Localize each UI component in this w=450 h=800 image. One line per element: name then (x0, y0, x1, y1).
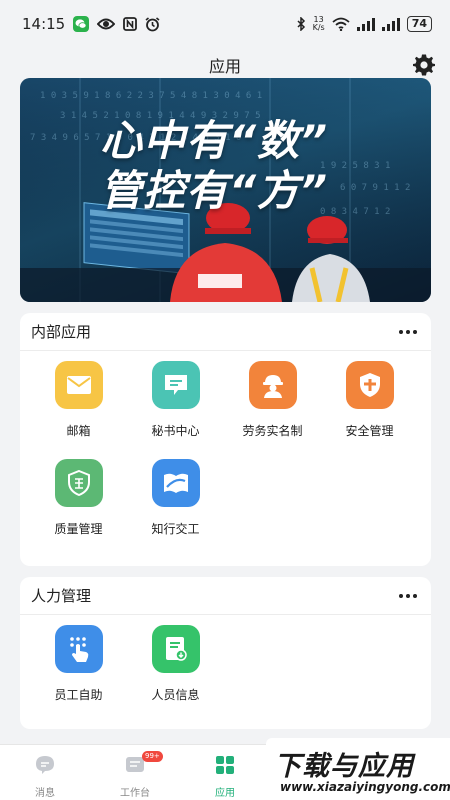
worker-icon (248, 361, 297, 409)
app-secretary-center[interactable]: 秘书中心 (127, 361, 224, 459)
apps-grid-icon (214, 754, 236, 780)
tab-label: 工作台 (120, 788, 150, 799)
clock: 14:15 (22, 15, 66, 33)
gear-icon[interactable] (412, 53, 436, 77)
app-personnel-info[interactable]: 人员信息 (127, 625, 224, 723)
app-label: 劳务实名制 (242, 424, 303, 438)
alarm-icon (145, 16, 160, 32)
tab-apps[interactable]: 应用 (180, 745, 270, 800)
chat-icon (34, 754, 56, 780)
svg-text:1 0 3 5 9 1 8 6 2 2 3 7 5 4 8: 1 0 3 5 9 1 8 6 2 2 3 7 5 4 8 1 3 0 4 6 … (40, 91, 262, 101)
app-label: 知行交工 (151, 522, 200, 536)
tab-messages[interactable]: 消息 (0, 745, 90, 800)
watermark-url: www.xiazaiyingyong.com (280, 780, 450, 794)
app-label: 安全管理 (345, 424, 394, 438)
eye-icon (97, 17, 116, 31)
app-label: 人员信息 (151, 688, 200, 702)
signal-icon (381, 17, 400, 31)
app-labor-realname[interactable]: 劳务实名制 (224, 361, 321, 459)
more-icon[interactable] (397, 586, 419, 606)
more-icon[interactable] (397, 322, 419, 342)
banner-headline: 心中有“数” 管控有“方” (100, 116, 328, 216)
shield-icon (345, 361, 394, 409)
hand-tap-icon (54, 625, 103, 673)
page-header: 应用 (0, 48, 450, 82)
message-icon (151, 361, 200, 409)
app-label: 秘书中心 (151, 424, 200, 438)
app-safety-management[interactable]: 安全管理 (321, 361, 418, 459)
app-employee-self-service[interactable]: 员工自助 (30, 625, 127, 723)
network-speed-unit: K/s (312, 23, 325, 32)
banner-line2: 管控有“方” (100, 166, 329, 215)
internal-apps-grid: 邮箱 秘书中心 劳务实名制 安全管理 质量管理 知行交工 (20, 351, 431, 557)
app-mail[interactable]: 邮箱 (30, 361, 127, 459)
section-title: 人力管理 (31, 587, 92, 605)
signal-icon (356, 17, 375, 31)
tab-label: 应用 (215, 788, 235, 799)
wifi-icon (332, 17, 350, 31)
tab-label: 消息 (35, 788, 55, 799)
svg-text:1 9 2 5 8 3 1: 1 9 2 5 8 3 1 (320, 161, 390, 171)
svg-text:0 8 3 4 7 1 2: 0 8 3 4 7 1 2 (320, 207, 390, 217)
document-icon (151, 625, 200, 673)
svg-text:6 0 7 9 1 1 2: 6 0 7 9 1 1 2 (340, 183, 410, 193)
notification-badge: 99+ (142, 751, 163, 762)
watermark-title: 下载与应用 (274, 751, 414, 782)
hr-management-header: 人力管理 (20, 577, 431, 615)
internal-apps-card: 内部应用 邮箱 秘书中心 劳务实名制 安全管理 质量管理 知行交工 (20, 313, 431, 566)
app-label: 质量管理 (54, 522, 103, 536)
app-zhixing-jiaogong[interactable]: 知行交工 (127, 459, 224, 557)
promo-banner[interactable]: 1 0 3 5 9 1 8 6 2 2 3 7 5 4 8 1 3 0 4 6 … (20, 78, 431, 302)
book-icon (151, 459, 200, 507)
status-bar: 14:15 13 K/s 74 (0, 0, 450, 48)
site-watermark: 下载与应用 www.xiazaiyingyong.com (266, 738, 450, 800)
app-label: 邮箱 (66, 424, 91, 438)
mail-icon (54, 361, 103, 409)
bluetooth-icon (296, 17, 306, 31)
network-speed: 13 K/s (313, 16, 325, 32)
app-quality-management[interactable]: 质量管理 (30, 459, 127, 557)
section-title: 内部应用 (31, 323, 92, 341)
tab-workbench[interactable]: 99+ 工作台 (90, 745, 180, 800)
hr-management-card: 人力管理 员工自助 人员信息 (20, 577, 431, 729)
quality-shield-icon (54, 459, 103, 507)
page-title: 应用 (208, 57, 241, 76)
internal-apps-header: 内部应用 (20, 313, 431, 351)
wechat-icon (73, 16, 90, 32)
nfc-icon (123, 17, 138, 31)
battery-indicator: 74 (406, 16, 432, 32)
banner-line1: 心中有“数” (100, 116, 329, 165)
hr-apps-grid: 员工自助 人员信息 (20, 615, 431, 723)
app-label: 员工自助 (54, 688, 103, 702)
